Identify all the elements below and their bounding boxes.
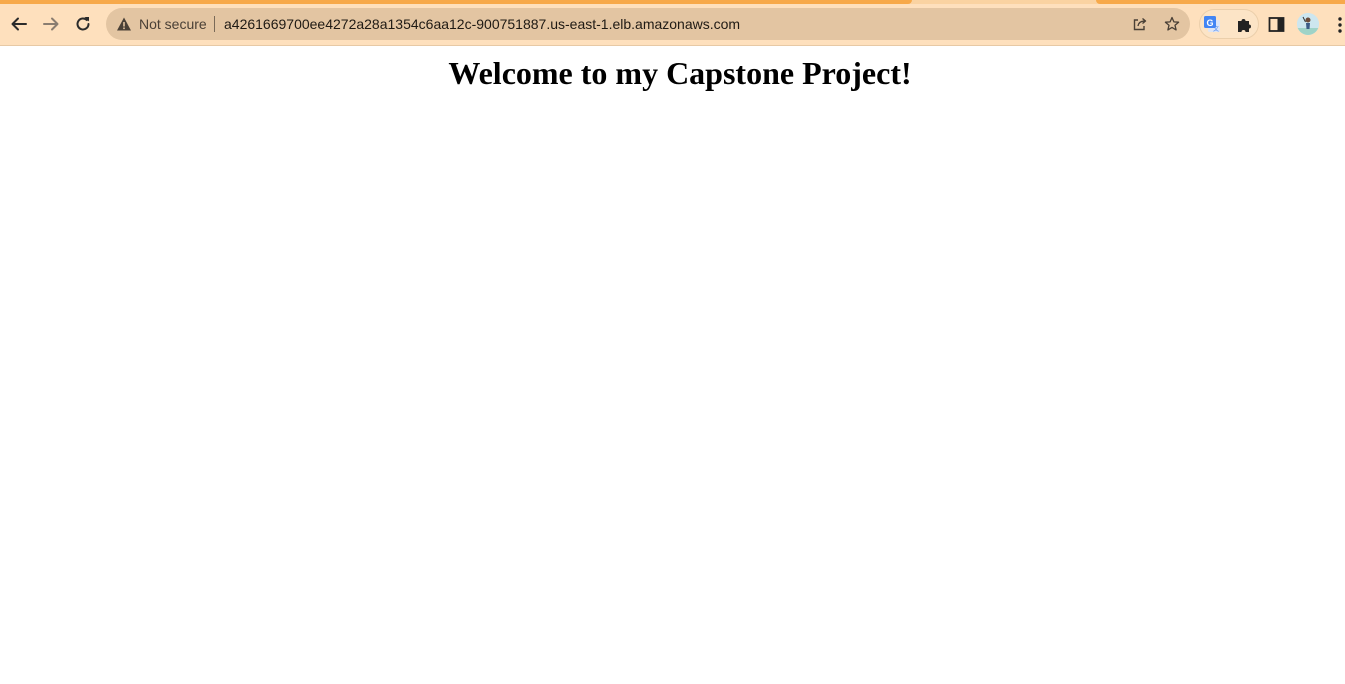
warning-triangle-icon[interactable] <box>116 16 132 32</box>
url-text[interactable]: a4261669700ee4272a28a1354c6aa12c-9007518… <box>224 8 740 40</box>
security-status-label[interactable]: Not secure <box>139 8 207 40</box>
reload-button[interactable] <box>69 10 97 38</box>
arrow-left-icon <box>11 17 27 31</box>
star-icon[interactable] <box>1164 16 1180 32</box>
kebab-menu-icon[interactable] <box>1336 16 1344 34</box>
page-heading: Welcome to my Capstone Project! <box>448 55 912 91</box>
reload-icon <box>76 17 90 31</box>
forward-button[interactable] <box>37 10 65 38</box>
puzzle-icon[interactable] <box>1236 16 1253 33</box>
svg-text:文: 文 <box>1213 25 1219 33</box>
page-viewport: Welcome to my Capstone Project! <box>0 46 1345 684</box>
address-bar[interactable]: Not secure a4261669700ee4272a28a1354c6aa… <box>106 8 1190 40</box>
share-icon[interactable] <box>1132 16 1148 32</box>
avatar[interactable] <box>1297 13 1319 35</box>
browser-window: Not secure a4261669700ee4272a28a1354c6aa… <box>0 0 1345 684</box>
google-translate-icon[interactable]: G 文 <box>1203 15 1221 33</box>
arrow-right-icon <box>43 17 59 31</box>
side-panel-icon[interactable] <box>1268 16 1285 33</box>
back-button[interactable] <box>5 10 33 38</box>
browser-toolbar: Not secure a4261669700ee4272a28a1354c6aa… <box>0 4 1345 46</box>
omnibox-divider <box>214 16 215 32</box>
profile-picture-icon <box>1297 13 1319 35</box>
